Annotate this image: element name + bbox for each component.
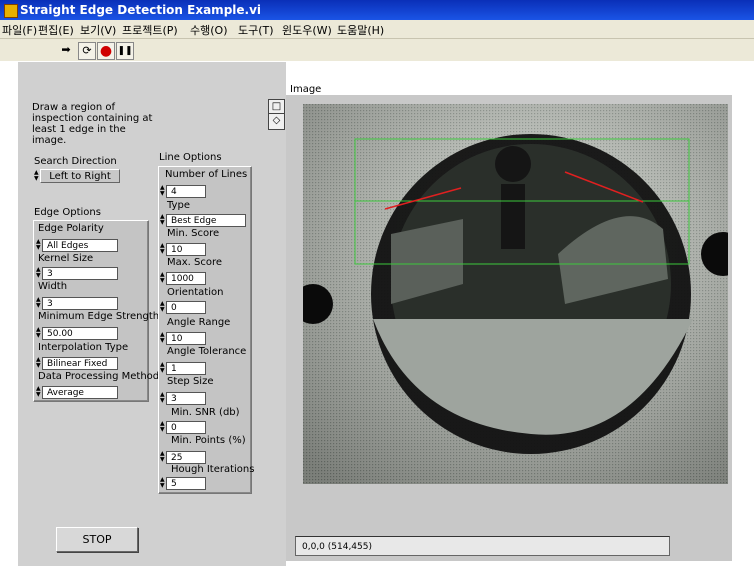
menu-tools[interactable]: 도구(T) — [238, 22, 274, 38]
kernel-size-field[interactable]: 3 — [42, 267, 118, 280]
orientation-field[interactable]: 0 — [166, 301, 206, 314]
kernel-size-spin-icon[interactable]: ▲ ▼ — [36, 267, 41, 280]
min-snr-spin-icon[interactable]: ▲ ▼ — [160, 421, 165, 434]
min-snr-field[interactable]: 0 — [166, 421, 206, 434]
search-direction-label: Search Direction — [34, 156, 117, 167]
width-spin-icon[interactable]: ▲ ▼ — [36, 297, 41, 310]
search-direction-ring[interactable]: Left to Right — [40, 169, 120, 183]
menu-file[interactable]: 파일(F) — [2, 22, 37, 38]
search-direction-spin-icon[interactable]: ▲ ▼ — [34, 170, 39, 183]
angle-tolerance-field[interactable]: 1 — [166, 362, 206, 375]
max-score-spin-icon[interactable]: ▲ ▼ — [160, 272, 165, 285]
edge-polarity-label: Edge Polarity — [38, 223, 104, 234]
min-edge-strength-label: Minimum Edge Strength — [38, 311, 160, 322]
instruction-line-3: least 1 edge in the — [32, 124, 126, 135]
max-score-label: Max. Score — [167, 257, 223, 268]
angle-range-label: Angle Range — [167, 317, 231, 328]
window-titlebar: Straight Edge Detection Example.vi — [0, 0, 754, 20]
orientation-label: Orientation — [167, 287, 224, 298]
min-score-spin-icon[interactable]: ▲ ▼ — [160, 243, 165, 256]
width-field[interactable]: 3 — [42, 297, 118, 310]
max-score-field[interactable]: 1000 — [166, 272, 206, 285]
interpolation-type-field[interactable]: Bilinear Fixed — [42, 357, 118, 370]
hough-iterations-spin-icon[interactable]: ▲ ▼ — [160, 477, 165, 490]
min-points-spin-icon[interactable]: ▲ ▼ — [160, 451, 165, 464]
front-panel: Draw a region of inspection containing a… — [18, 62, 286, 566]
run-continuously-icon[interactable]: ⟳ — [78, 42, 96, 60]
step-size-field[interactable]: 3 — [166, 392, 206, 405]
number-of-lines-field[interactable]: 4 — [166, 185, 206, 198]
min-edge-strength-spin-icon[interactable]: ▲ ▼ — [36, 327, 41, 340]
min-points-label: Min. Points (%) — [171, 435, 246, 446]
min-snr-label: Min. SNR (db) — [171, 407, 240, 418]
number-of-lines-label: Number of Lines — [165, 169, 248, 180]
abort-icon[interactable]: ● — [97, 42, 115, 60]
line-options-cluster: Number of Lines ▲ ▼ 4 Type ▲ ▼ Best Edge M… — [158, 166, 255, 494]
width-label: Width — [38, 281, 68, 292]
window-title: Straight Edge Detection Example.vi — [20, 3, 262, 17]
image-label: Image — [290, 84, 322, 95]
min-points-field[interactable]: 25 — [166, 451, 206, 464]
labview-vi-icon — [4, 4, 18, 18]
type-field[interactable]: Best Edge — [166, 214, 246, 227]
image-coordinates-readout: 0,0,0 (514,455) — [295, 536, 670, 556]
angle-range-field[interactable]: 10 — [166, 332, 206, 345]
data-processing-field[interactable]: Average — [42, 386, 118, 399]
angle-range-spin-icon[interactable]: ▲ ▼ — [160, 332, 165, 345]
menu-view[interactable]: 보기(V) — [80, 22, 116, 38]
menu-help[interactable]: 도움말(H) — [337, 22, 384, 38]
orientation-spin-icon[interactable]: ▲ ▼ — [160, 301, 165, 314]
type-spin-icon[interactable]: ▲ ▼ — [160, 214, 165, 227]
kernel-size-label: Kernel Size — [38, 253, 94, 264]
menu-bar: 파일(F) 편집(E) 보기(V) 프로젝트(P) 수행(O) 도구(T) 윈도… — [0, 20, 754, 39]
line-options-title: Line Options — [159, 152, 222, 163]
run-icon[interactable]: ➡ — [58, 42, 74, 58]
min-score-field[interactable]: 10 — [166, 243, 206, 256]
type-label: Type — [167, 200, 190, 211]
hough-iterations-field[interactable]: 5 — [166, 477, 206, 490]
menu-edit[interactable]: 편집(E) — [38, 22, 74, 38]
menu-project[interactable]: 프로젝트(P) — [122, 22, 178, 38]
angle-tolerance-label: Angle Tolerance — [167, 346, 247, 357]
min-edge-strength-field[interactable]: 50.00 — [42, 327, 118, 340]
min-score-label: Min. Score — [167, 228, 220, 239]
interpolation-type-label: Interpolation Type — [38, 342, 129, 353]
angle-tolerance-spin-icon[interactable]: ▲ ▼ — [160, 362, 165, 375]
stop-button[interactable]: STOP — [56, 527, 138, 552]
camera-image — [303, 104, 728, 484]
instruction-line-1: Draw a region of — [32, 102, 116, 113]
data-processing-label: Data Processing Method — [38, 371, 160, 382]
point-tool-icon[interactable]: ◇ — [268, 113, 285, 130]
instruction-line-4: image. — [32, 135, 67, 146]
data-processing-spin-icon[interactable]: ▲ ▼ — [36, 386, 41, 399]
edge-options-title: Edge Options — [34, 207, 101, 218]
step-size-spin-icon[interactable]: ▲ ▼ — [160, 392, 165, 405]
edge-options-cluster: Edge Polarity ▲ ▼ All Edges Kernel Size ▲… — [33, 220, 159, 402]
image-display[interactable] — [303, 104, 728, 484]
hough-iterations-label: Hough Iterations — [171, 464, 255, 475]
interpolation-type-spin-icon[interactable]: ▲ ▼ — [36, 357, 41, 370]
step-size-label: Step Size — [167, 376, 214, 387]
edge-polarity-spin-icon[interactable]: ▲ ▼ — [36, 239, 41, 252]
pause-icon[interactable]: ❚❚ — [116, 42, 134, 60]
menu-window[interactable]: 윈도우(W) — [282, 22, 332, 38]
number-of-lines-spin-icon[interactable]: ▲ ▼ — [160, 185, 165, 198]
toolbar: ➡ ⟳ ● ❚❚ — [0, 39, 754, 61]
edge-polarity-field[interactable]: All Edges — [42, 239, 118, 252]
instruction-line-2: inspection containing at — [32, 113, 153, 124]
menu-operate[interactable]: 수행(O) — [190, 22, 227, 38]
